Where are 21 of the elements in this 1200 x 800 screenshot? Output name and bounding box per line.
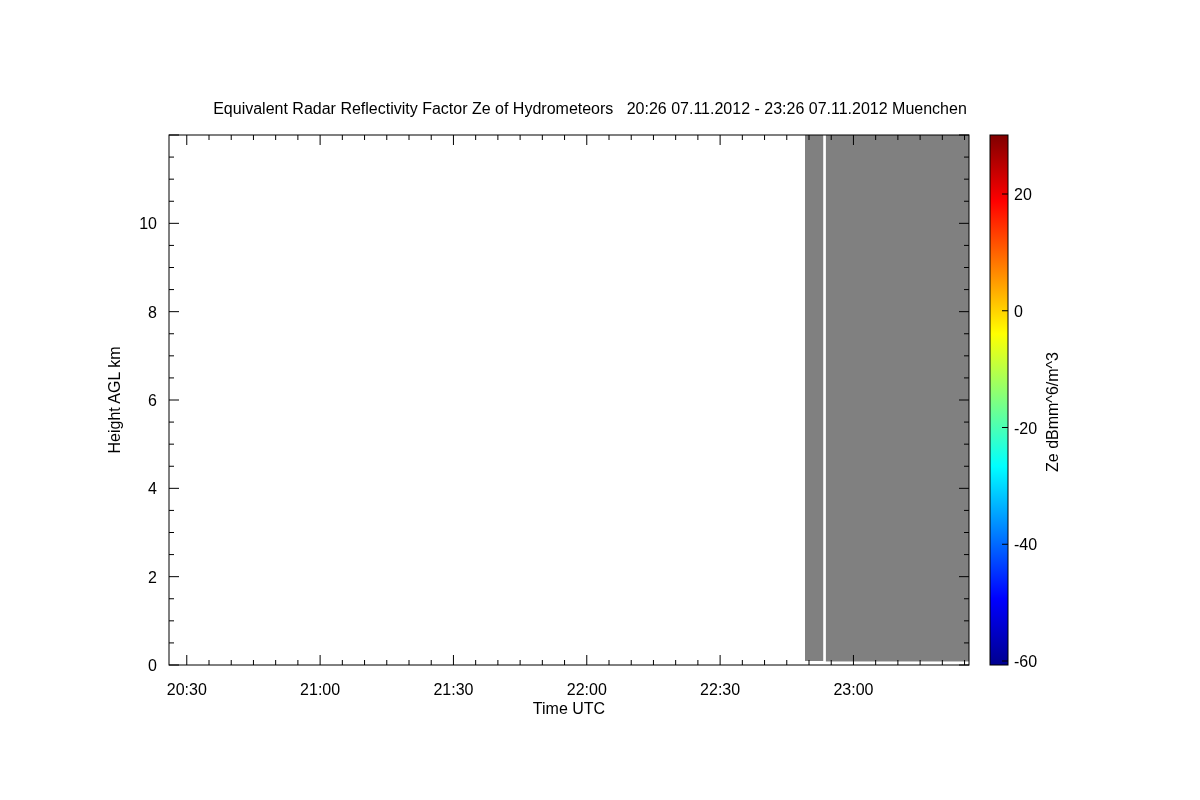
y-tick-label: 2: [148, 568, 157, 586]
y-tick-label: 10: [139, 215, 157, 233]
x-tick-label: 22:30: [700, 681, 741, 698]
colorbar-tick-label: 0: [1014, 302, 1023, 320]
plot-title: Equivalent Radar Reflectivity Factor Ze of Hydrometeors 20:26 07.11.2012 - 23:26 07.11.2012 Muenchen: [213, 100, 967, 117]
colorbar-tick-label: 20: [1014, 186, 1032, 203]
y-tick-label: 6: [148, 392, 157, 409]
x-tick-label: 21:30: [433, 681, 474, 698]
x-tick-label: 23:00: [833, 681, 874, 698]
y-axis-label: Height AGL km: [106, 346, 123, 454]
x-tick-label: 21:00: [300, 681, 341, 698]
colorbar-tick-label: -40: [1014, 536, 1038, 554]
x-tick-label: 22:00: [566, 681, 607, 698]
x-axis-label: Time UTC: [532, 700, 606, 717]
y-tick-label: 0: [148, 657, 157, 674]
y-tick-label: 8: [148, 303, 157, 321]
colorbar-label: Ze dBmm^6/m^3: [1044, 352, 1061, 472]
colorbar-tick-label: -20: [1014, 419, 1038, 437]
y-tick-label: 4: [148, 480, 157, 498]
x-tick-label: 20:30: [166, 681, 207, 698]
colorbar-tick-label: -60: [1014, 653, 1038, 670]
